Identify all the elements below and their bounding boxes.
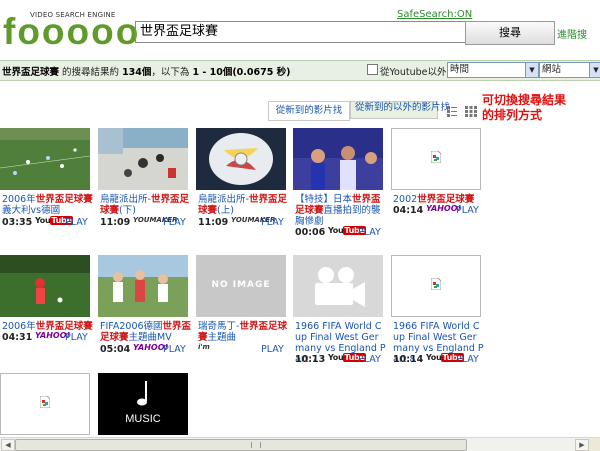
video-meta: 11:09 YOUMAKER PLAY xyxy=(198,216,298,229)
sort-select[interactable]: 時間 ▼ xyxy=(447,62,539,78)
video-duration: 10:13 xyxy=(295,354,326,365)
results-time: (0.0675 秒) xyxy=(232,67,291,78)
video-thumbnail[interactable] xyxy=(391,128,481,190)
list-view-icon[interactable] xyxy=(447,106,457,117)
advanced-search-link[interactable]: 進階搜 xyxy=(557,26,587,41)
video-duration: 05:04 xyxy=(100,344,131,355)
header: VIDEO SEARCH ENGINE fooooo SafeSearch:ON… xyxy=(0,0,600,60)
video-duration: 04:31 xyxy=(2,332,33,343)
play-link[interactable]: PLAY xyxy=(163,217,186,228)
play-link[interactable]: PLAY xyxy=(163,344,186,355)
play-link[interactable]: PLAY xyxy=(456,205,479,216)
scroll-grip-icon xyxy=(251,442,261,448)
video-title[interactable]: 瑞奇馬丁-世界盃足球賽主題曲 xyxy=(198,321,290,343)
play-link[interactable]: PLAY xyxy=(456,354,479,365)
results-range: 1 - 10個 xyxy=(192,67,233,78)
play-link[interactable]: PLAY xyxy=(261,344,284,355)
scrollbar-corner xyxy=(589,438,600,451)
horizontal-scrollbar[interactable]: ◀ ▶ xyxy=(0,437,600,451)
video-meta: 05:04 YAHOO! PLAY xyxy=(100,343,200,356)
video-thumbnail[interactable] xyxy=(98,128,188,190)
video-meta: 10:14 YouTube PLAY xyxy=(393,353,493,366)
play-link[interactable]: PLAY xyxy=(65,217,88,228)
results-count: 134個 xyxy=(122,67,152,78)
video-title[interactable]: FIFA2006德國世界盃足球賽主題曲MV xyxy=(100,321,192,343)
sort-select-value: 時間 xyxy=(450,64,470,75)
search-button[interactable]: 搜尋 xyxy=(465,21,555,45)
video-thumbnail[interactable] xyxy=(0,128,90,190)
video-meta: 03:35 YouTube PLAY xyxy=(2,216,102,229)
video-meta: 11:09 YOUMAKER PLAY xyxy=(100,216,200,229)
play-link[interactable]: PLAY xyxy=(261,217,284,228)
video-duration: 11:09 xyxy=(198,217,229,228)
tab-newest[interactable]: 從新到的影片找 xyxy=(268,101,350,121)
video-meta: i'm PLAY xyxy=(198,343,298,356)
video-thumbnail[interactable] xyxy=(98,255,188,317)
video-camera-icon xyxy=(315,267,365,307)
video-meta: 10:13 YouTube PLAY xyxy=(295,353,395,366)
video-title[interactable]: 2006年世界盃足球賽義大利vs德國 xyxy=(2,194,94,216)
exclude-youtube-checkbox[interactable] xyxy=(367,64,378,75)
tab-newest-exclude-label: 從新到的以外的影片找 xyxy=(355,102,451,113)
results-query: 世界盃足球賽 xyxy=(2,67,60,78)
video-duration: 10:14 xyxy=(393,354,424,365)
logo[interactable]: fooooo xyxy=(3,12,140,52)
safesearch-link[interactable]: SafeSearch:ON xyxy=(397,9,472,20)
grid-view-icon[interactable] xyxy=(465,106,477,117)
video-duration: 11:09 xyxy=(100,217,131,228)
scroll-right-arrow-icon[interactable]: ▶ xyxy=(575,439,589,451)
video-thumbnail[interactable] xyxy=(293,255,383,317)
site-select-value: 網站 xyxy=(542,64,562,75)
broken-image-icon xyxy=(40,396,50,408)
scroll-left-arrow-icon[interactable]: ◀ xyxy=(1,439,15,451)
music-thumbnail[interactable]: MUSIC xyxy=(98,373,188,435)
video-duration: 00:06 xyxy=(295,227,326,238)
video-title[interactable]: 烏龍派出所-世界盃足球賽(下) xyxy=(100,194,192,216)
search-input[interactable]: 世界盃足球賽 xyxy=(135,21,469,43)
video-thumbnail[interactable] xyxy=(293,128,383,190)
video-thumbnail[interactable] xyxy=(391,255,481,317)
results-summary: 世界盃足球賽 的搜尋結果約 134個，以下為 1 - 10個(0.0675 秒) xyxy=(2,64,290,78)
video-duration: 04:14 xyxy=(393,205,424,216)
play-link[interactable]: PLAY xyxy=(358,354,381,365)
tab-newest-exclude[interactable]: 從新到的以外的影片找 xyxy=(350,101,450,119)
music-label: MUSIC xyxy=(125,413,161,425)
results-prefix: 的搜尋結果約 xyxy=(59,67,123,78)
music-note-icon xyxy=(137,381,147,406)
video-title[interactable]: 烏龍派出所-世界盃足球賽(上) xyxy=(198,194,290,216)
chevron-down-icon[interactable]: ▼ xyxy=(589,63,600,77)
results-middle: ，以下為 xyxy=(151,67,193,78)
layout-tip: 可切換搜尋結果的排列方式 xyxy=(482,93,567,122)
chevron-down-icon[interactable]: ▼ xyxy=(525,63,538,77)
results-bar: 世界盃足球賽 的搜尋結果約 134個，以下為 1 - 10個(0.0675 秒)… xyxy=(0,60,600,81)
video-title[interactable]: 【特技】日本世界盃足球賽直播拍到的襲胸慘劇 xyxy=(295,194,387,227)
video-meta: 04:31 YAHOO! PLAY xyxy=(2,331,102,344)
no-image-label: NO IMAGE xyxy=(211,280,271,290)
broken-image-icon xyxy=(431,278,441,290)
scrollbar-thumb[interactable] xyxy=(15,439,467,451)
play-link[interactable]: PLAY xyxy=(65,332,88,343)
site-select[interactable]: 網站 ▼ xyxy=(539,62,600,78)
imvideo-logo-icon: i'm xyxy=(198,343,210,351)
broken-image-icon xyxy=(431,151,441,163)
video-thumbnail[interactable] xyxy=(0,255,90,317)
no-image-thumbnail[interactable]: NO IMAGE xyxy=(196,255,286,317)
video-duration: 03:35 xyxy=(2,217,33,228)
play-link[interactable]: PLAY xyxy=(358,227,381,238)
video-thumbnail[interactable] xyxy=(196,128,286,190)
video-meta: 04:14 YAHOO! PLAY xyxy=(393,204,493,217)
video-meta: 00:06 YouTube PLAY xyxy=(295,226,395,239)
exclude-youtube-label: 從Youtube以外 xyxy=(380,67,447,78)
video-thumbnail[interactable] xyxy=(0,373,90,435)
